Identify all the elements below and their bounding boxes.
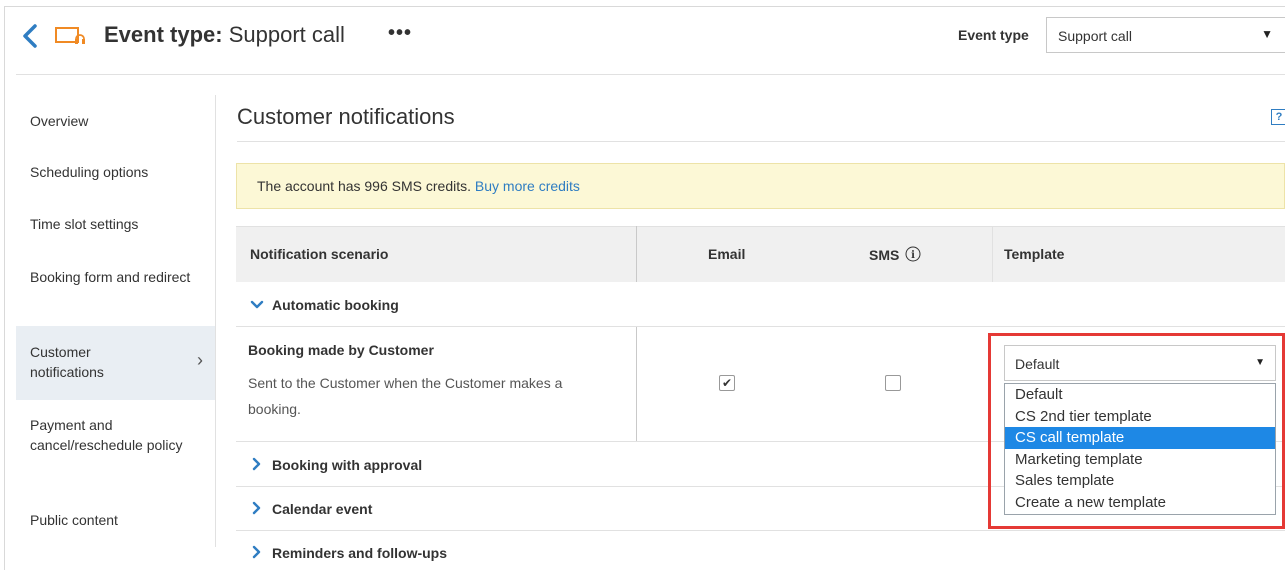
sidebar-divider: [215, 95, 216, 547]
info-icon[interactable]: i: [905, 246, 921, 262]
more-options-button[interactable]: •••: [388, 22, 412, 45]
sms-checkbox[interactable]: [885, 375, 901, 391]
sidebar-item-payment-policy[interactable]: Payment and cancel/reschedule policy: [16, 415, 196, 455]
scenario-name: Booking made by Customer: [248, 342, 434, 358]
notice-text: The account has 996 SMS credits.: [257, 178, 471, 194]
section-title: Customer notifications: [237, 104, 455, 129]
help-icon[interactable]: ?: [1271, 109, 1285, 125]
column-divider: [636, 327, 637, 441]
chevron-right-icon: ›: [197, 350, 203, 370]
group-label: Booking with approval: [272, 457, 423, 473]
group-reminders-follow-ups[interactable]: Reminders and follow-ups: [236, 531, 1285, 570]
sidebar-item-label: Overview: [30, 113, 89, 129]
support-call-icon: [55, 27, 85, 44]
sidebar-item-time-slot-settings[interactable]: Time slot settings: [16, 214, 215, 234]
sidebar-item-label: Payment and cancel/reschedule policy: [30, 417, 183, 453]
header-sms-label: SMS: [869, 247, 900, 263]
highlight-annotation-box: [988, 333, 1285, 529]
sidebar-item-booking-form[interactable]: Booking form and redirect: [16, 267, 191, 287]
chevron-right-icon: [252, 457, 261, 471]
table-header: Notification scenario Email SMS i Templa…: [236, 226, 1285, 282]
header-email: Email: [708, 246, 746, 262]
chevron-down-icon: [250, 300, 264, 309]
group-label: Calendar event: [272, 501, 373, 517]
column-divider: [992, 226, 993, 282]
section-divider: [237, 141, 1285, 142]
event-type-value: Support call: [1058, 28, 1132, 44]
chevron-down-icon: ▼: [1261, 27, 1273, 41]
sidebar-item-overview[interactable]: Overview: [16, 111, 215, 131]
chevron-right-icon: [252, 545, 261, 559]
back-arrow-icon[interactable]: [20, 22, 42, 50]
event-type-label: Event type: [958, 27, 1029, 43]
page-title-prefix: Event type:: [104, 22, 223, 47]
sidebar-item-label: Customer notifications: [30, 344, 104, 380]
header-template: Template: [1004, 246, 1065, 262]
header-notification-scenario: Notification scenario: [250, 246, 389, 262]
header-sms: SMS i: [869, 246, 921, 263]
sidebar-item-public-content[interactable]: Public content: [16, 510, 215, 530]
sidebar-item-label: Scheduling options: [30, 164, 149, 180]
group-automatic-booking[interactable]: Automatic booking: [236, 283, 1285, 327]
sidebar-item-label: Public content: [30, 512, 118, 528]
sidebar-item-scheduling-options[interactable]: Scheduling options: [16, 162, 215, 182]
column-divider: [636, 226, 637, 282]
event-type-select[interactable]: Support call ▼: [1046, 17, 1285, 53]
svg-text:i: i: [911, 250, 915, 261]
buy-credits-link[interactable]: Buy more credits: [475, 178, 580, 194]
chevron-right-icon: [252, 501, 261, 515]
group-label: Automatic booking: [272, 297, 399, 313]
page-title: Event type: Support call: [104, 22, 345, 48]
group-label: Reminders and follow-ups: [272, 545, 448, 561]
email-checkbox[interactable]: ✔: [719, 375, 735, 391]
scenario-description: Sent to the Customer when the Customer m…: [248, 375, 563, 417]
sidebar-item-label: Time slot settings: [30, 216, 139, 232]
sidebar-item-label: Booking form and redirect: [30, 269, 191, 285]
page-title-value: Support call: [228, 22, 345, 47]
header-divider: [16, 74, 1285, 75]
sidebar-item-customer-notifications[interactable]: Customer notifications ›: [16, 326, 215, 400]
sms-credits-notice: The account has 996 SMS credits. Buy mor…: [236, 163, 1285, 209]
